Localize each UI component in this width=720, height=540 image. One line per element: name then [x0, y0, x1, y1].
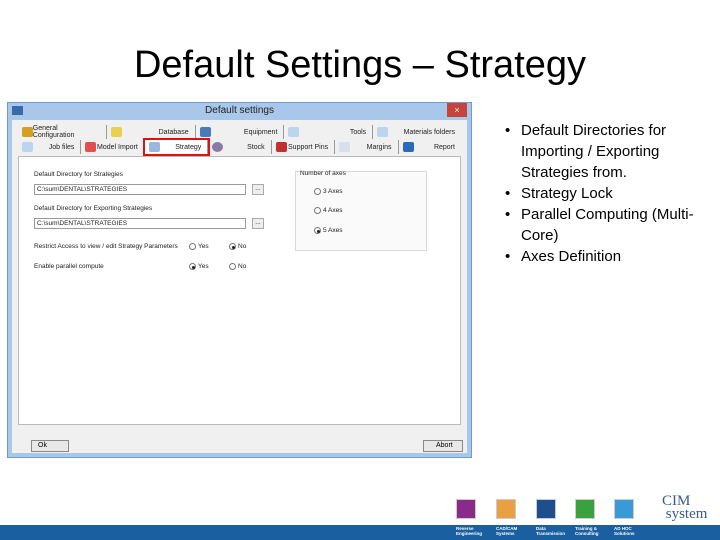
- import-icon: [85, 142, 97, 152]
- parallel-yes-radio[interactable]: Yes: [189, 263, 209, 270]
- dialog-client: General Configuration Database Equipment…: [12, 120, 467, 453]
- tab-database[interactable]: Database: [107, 125, 196, 139]
- browse-export-button[interactable]: ...: [252, 218, 264, 229]
- tab-row-2: Job files Model Import Strategy Stock Su…: [18, 138, 461, 156]
- axes-group: Number of axes 3 Axes 4 Axes 5 Axes: [295, 170, 427, 251]
- reverse-engineering-icon: [456, 499, 476, 519]
- bullet: Strategy Lock: [505, 183, 710, 204]
- support-pins-icon: [275, 142, 287, 152]
- folder-icon: [22, 142, 33, 152]
- folder-icon: [288, 127, 300, 137]
- training-icon: [575, 499, 595, 519]
- bullet: Axes Definition: [505, 246, 710, 267]
- parallel-label: Enable parallel compute: [34, 263, 104, 270]
- axes-group-label: Number of axes: [300, 170, 346, 177]
- stock-icon: [212, 142, 224, 152]
- tab-support-pins[interactable]: Support Pins: [272, 140, 336, 154]
- tab-stock[interactable]: Stock: [208, 140, 272, 154]
- strategy-panel: Default Directory for Strategies C:\sum\…: [18, 156, 461, 425]
- gear-icon: [22, 127, 33, 137]
- title-bar: Default settings ×: [8, 103, 471, 119]
- default-settings-dialog: Default settings × General Configuration…: [7, 102, 472, 458]
- restrict-no-radio[interactable]: No: [229, 243, 246, 250]
- margins-icon: [339, 142, 351, 152]
- footer-label: CAD/CAM Systems: [496, 526, 518, 536]
- app-icon: [12, 106, 23, 115]
- cad-cam-icon: [496, 499, 516, 519]
- footer-label: Data Transmission: [536, 526, 566, 536]
- tab-job-files[interactable]: Job files: [18, 140, 82, 154]
- tab-margins[interactable]: Margins: [335, 140, 399, 154]
- ad-hoc-icon: [614, 499, 634, 519]
- bullet: Parallel Computing (Multi-Core): [505, 204, 710, 246]
- axes-3-radio[interactable]: 3 Axes: [314, 188, 343, 195]
- footer-label: AD HOC Solutions: [614, 526, 635, 536]
- tab-row-1: General Configuration Database Equipment…: [18, 125, 461, 139]
- abort-button[interactable]: Abort: [423, 440, 463, 452]
- tab-tools[interactable]: Tools: [284, 125, 374, 139]
- strategy-icon: [148, 142, 160, 152]
- bullet-list: Default Directories for Importing / Expo…: [505, 120, 710, 267]
- ok-button[interactable]: Ok: [31, 440, 69, 452]
- tab-report[interactable]: Report: [399, 140, 461, 154]
- bullet: Default Directories for Importing / Expo…: [505, 120, 710, 183]
- tab-equipment[interactable]: Equipment: [196, 125, 285, 139]
- equipment-icon: [199, 127, 211, 137]
- database-icon: [110, 127, 122, 137]
- close-button[interactable]: ×: [447, 103, 467, 117]
- footer-label: Training & Consulting: [575, 526, 599, 536]
- restrict-label: Restrict Access to view / edit Strategy …: [34, 243, 178, 250]
- dialog-title: Default settings: [205, 105, 274, 116]
- footer-label: Reverse Engineering: [456, 526, 483, 536]
- slide-title: Default Settings – Strategy: [133, 44, 587, 86]
- footer-bar: [0, 525, 720, 540]
- report-icon: [402, 142, 414, 152]
- axes-5-radio[interactable]: 5 Axes: [314, 227, 343, 234]
- data-transmission-icon: [536, 499, 556, 519]
- tab-materials-folders[interactable]: Materials folders: [373, 125, 461, 139]
- strategies-dir-input[interactable]: C:\sum\DENTAL\STRATEGIES: [34, 184, 246, 195]
- restrict-yes-radio[interactable]: Yes: [189, 243, 209, 250]
- tab-strategy[interactable]: Strategy: [142, 138, 211, 156]
- strategies-dir-label: Default Directory for Strategies: [34, 171, 123, 178]
- export-dir-label: Default Directory for Exporting Strategi…: [34, 205, 153, 212]
- export-dir-input[interactable]: C:\sum\DENTAL\STRATEGIES: [34, 218, 246, 229]
- parallel-no-radio[interactable]: No: [229, 263, 246, 270]
- tab-general-configuration[interactable]: General Configuration: [18, 125, 107, 139]
- folder-icon: [377, 127, 389, 137]
- axes-4-radio[interactable]: 4 Axes: [314, 207, 343, 214]
- cim-system-logo: CIM system: [662, 493, 708, 522]
- tab-model-import[interactable]: Model Import: [81, 140, 145, 154]
- browse-strategies-button[interactable]: ...: [252, 184, 264, 195]
